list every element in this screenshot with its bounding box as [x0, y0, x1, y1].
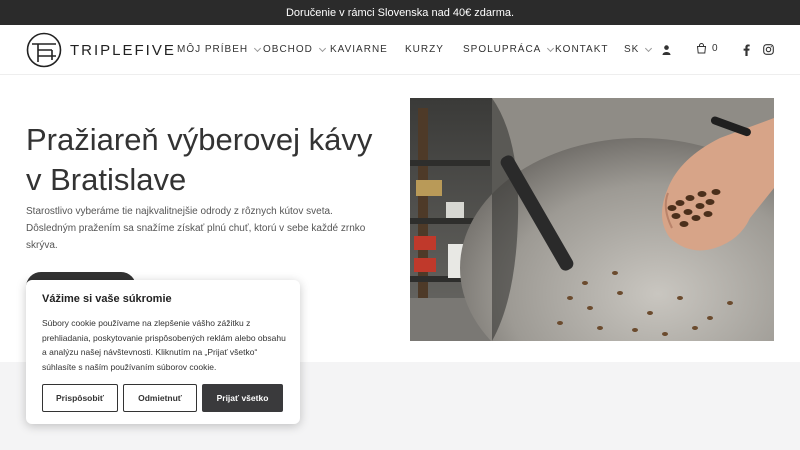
logo[interactable]: TRIPLEFIVE [26, 32, 176, 68]
instagram-icon[interactable] [763, 44, 774, 55]
logo-mark-icon [26, 32, 62, 68]
facebook-icon[interactable] [743, 44, 750, 56]
language-switcher[interactable]: SK [624, 44, 653, 55]
cookie-text: Súbory cookie používame na zlepšenie váš… [42, 318, 286, 372]
cookie-accept-button[interactable]: Prijať všetko [202, 384, 283, 412]
cart-icon [696, 43, 707, 54]
chevron-down-icon [645, 44, 653, 52]
cookie-reject-button[interactable]: Odmietnuť [123, 384, 197, 412]
nav-item-kurzy[interactable]: KURZY [405, 44, 444, 55]
nav-item-moj-pribeh[interactable]: MÔJ PRÍBEH [177, 44, 262, 55]
nav-item-kontakt[interactable]: KONTAKT [555, 44, 608, 55]
logo-text: TRIPLEFIVE [70, 41, 176, 59]
hero-photo [410, 98, 774, 341]
cart-count: 0 [712, 43, 718, 54]
user-icon[interactable] [662, 45, 671, 55]
cookie-customize-button[interactable]: Prispôsobiť [42, 384, 118, 412]
cookie-title: Vážime si vaše súkromie [42, 293, 172, 305]
site-header: TRIPLEFIVE MÔJ PRÍBEH OBCHOD KAVIARNE KU… [0, 25, 800, 75]
hero-description: Starostlivo vyberáme tie najkvalitnejšie… [26, 206, 366, 251]
announcement-text: Doručenie v rámci Slovenska nad 40€ zdar… [285, 6, 515, 19]
cart[interactable]: 0 [696, 43, 718, 54]
coffee-roaster-image [410, 98, 774, 341]
nav-item-kaviarne[interactable]: KAVIARNE [330, 44, 388, 55]
chevron-down-icon [547, 44, 555, 52]
hero-title: Pražiareň výberovej kávy v Bratislave [26, 122, 373, 197]
nav-item-obchod[interactable]: OBCHOD [263, 44, 326, 55]
cookie-consent-banner: Vážime si vaše súkromie Súbory cookie po… [26, 280, 300, 424]
nav-item-spolupraca[interactable]: SPOLUPRÁCA [463, 44, 555, 55]
announcement-bar: Doručenie v rámci Slovenska nad 40€ zdar… [0, 0, 800, 25]
chevron-down-icon [254, 44, 262, 52]
chevron-down-icon [318, 44, 326, 52]
